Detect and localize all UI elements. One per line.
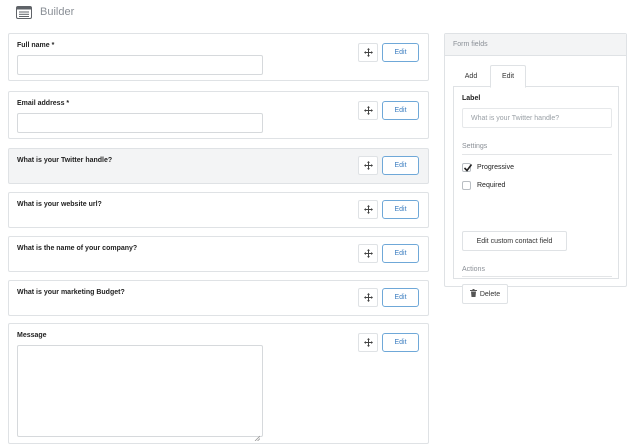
move-arrows-icon: [363, 201, 373, 219]
form-fields-panel: Form fields Add Edit Label What is your …: [444, 33, 627, 304]
field-label: What is your marketing Budget?: [17, 289, 125, 296]
panel-title: Form fields: [445, 34, 626, 56]
delete-label: Delete: [479, 290, 501, 298]
edit-button[interactable]: Edit: [382, 244, 419, 263]
builder-header: Builder: [16, 4, 74, 20]
page-title: Builder: [40, 6, 75, 18]
move-button[interactable]: [358, 101, 378, 120]
move-button[interactable]: [358, 156, 378, 175]
move-arrows-icon: [363, 334, 373, 352]
move-button[interactable]: [358, 43, 378, 62]
field-label: Email address *: [17, 100, 70, 107]
edit-button[interactable]: Edit: [382, 101, 419, 120]
email-field[interactable]: [17, 113, 263, 133]
edit-button[interactable]: Edit: [382, 43, 419, 62]
required-option[interactable]: Required: [462, 181, 505, 190]
move-arrows-icon: [363, 245, 373, 263]
edit-tab-content: Label What is your Twitter handle? Setti…: [453, 87, 619, 304]
form-list-icon: [16, 5, 32, 19]
required-label: Required: [477, 182, 506, 189]
edit-button[interactable]: Edit: [382, 200, 419, 219]
move-arrows-icon: [363, 44, 373, 62]
edit-button[interactable]: Edit: [382, 156, 419, 175]
field-label: What is your website url?: [17, 201, 102, 208]
edit-button[interactable]: Edit: [382, 333, 419, 352]
field-row-email[interactable]: Email address * Edit: [8, 91, 429, 139]
divider: [462, 276, 612, 277]
field-row-twitter[interactable]: What is your Twitter handle? Edit: [8, 148, 429, 184]
tab-edit[interactable]: Edit: [490, 65, 526, 88]
required-checkbox[interactable]: [462, 181, 471, 190]
full-name-input[interactable]: [17, 55, 263, 75]
trash-icon: [469, 289, 477, 299]
move-button[interactable]: [358, 333, 378, 352]
progressive-checkbox[interactable]: [462, 163, 473, 172]
field-row-website[interactable]: What is your website url? Edit: [8, 192, 429, 228]
field-row-budget[interactable]: What is your marketing Budget? Edit: [8, 280, 429, 316]
field-row-company[interactable]: What is the name of your company? Edit: [8, 236, 429, 272]
move-arrows-icon: [363, 289, 373, 307]
field-row-message[interactable]: Message Edit: [8, 323, 429, 444]
field-label: Full name *: [17, 42, 55, 49]
move-button[interactable]: [358, 288, 378, 307]
field-label: What is your Twitter handle?: [17, 157, 113, 164]
move-arrows-icon: [363, 102, 373, 120]
message-textarea[interactable]: [17, 345, 263, 442]
move-button[interactable]: [358, 200, 378, 219]
actions-heading: Actions: [462, 266, 485, 273]
divider: [462, 154, 612, 155]
move-button[interactable]: [358, 244, 378, 263]
field-label: What is the name of your company?: [17, 245, 138, 252]
checkmark-icon: [463, 164, 473, 172]
panel-tabs: Add Edit: [453, 65, 619, 88]
edit-custom-contact-field-button[interactable]: Edit custom contact field: [462, 231, 567, 251]
settings-heading: Settings: [462, 143, 488, 150]
field-row-full-name[interactable]: Full name * Edit: [8, 33, 429, 81]
field-label: Message: [17, 332, 47, 339]
label-input[interactable]: What is your Twitter handle?: [462, 108, 612, 128]
move-arrows-icon: [363, 157, 373, 175]
resize-grip-icon[interactable]: [254, 428, 261, 442]
edit-button[interactable]: Edit: [382, 288, 419, 307]
progressive-label: Progressive: [477, 164, 514, 171]
tab-add[interactable]: Add: [453, 65, 489, 87]
label-heading: Label: [462, 95, 481, 102]
delete-button[interactable]: Delete: [462, 284, 508, 304]
progressive-option[interactable]: Progressive: [462, 163, 514, 172]
